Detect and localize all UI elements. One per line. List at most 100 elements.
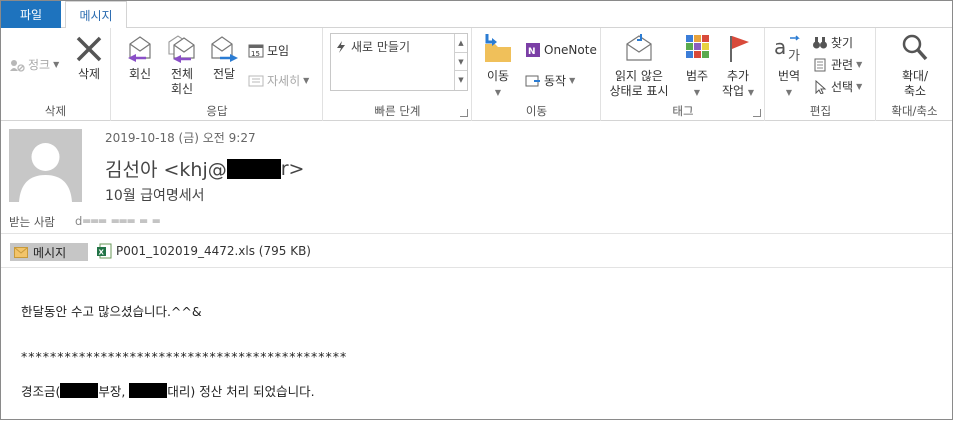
tab-file[interactable]: 파일	[1, 1, 61, 28]
zoom-label-2: 축소	[903, 84, 927, 98]
scroll-down-icon[interactable]: ▼	[455, 53, 467, 72]
actions-button[interactable]: 동작 ▼	[525, 72, 575, 89]
chevron-down-icon: ▼	[785, 88, 793, 97]
redaction-block	[129, 383, 168, 398]
scroll-up-icon[interactable]: ▲	[455, 34, 467, 53]
forward-button[interactable]: 전달	[204, 34, 244, 82]
attachment-file[interactable]: X P001_102019_4472.xls (795 KB)	[96, 243, 311, 259]
avatar	[9, 129, 82, 202]
group-tags-label: 태그	[672, 104, 694, 118]
chevron-down-icon: ▼	[856, 82, 863, 91]
junk-button[interactable]: 정크 ▼	[9, 56, 59, 73]
zoom-label-1: 확대/	[901, 69, 929, 83]
related-button[interactable]: 관련 ▼	[812, 56, 862, 73]
forward-label: 전달	[212, 67, 236, 81]
tab-message[interactable]: 메시지	[65, 1, 127, 29]
group-respond-label: 응답	[206, 104, 228, 118]
svg-text:15: 15	[251, 50, 260, 58]
attachment-file-name: P001_102019_4472.xls (795 KB)	[116, 244, 311, 258]
dialog-launcher-icon[interactable]	[460, 109, 468, 117]
followup-label-2: 작업	[721, 84, 745, 98]
select-label: 선택	[831, 80, 854, 94]
find-button[interactable]: 찾기	[812, 34, 853, 51]
find-label: 찾기	[831, 36, 854, 50]
chevron-down-icon: ▼	[494, 88, 502, 97]
forward-icon	[211, 36, 238, 62]
onenote-button[interactable]: N OneNote	[525, 42, 597, 58]
message-body-tab-label: 메시지	[33, 245, 67, 260]
body-line-greeting: 한달동안 수고 많으셨습니다.^^&	[21, 304, 202, 319]
sender-name: 김선아 <khj@	[105, 159, 227, 181]
group-move-label: 이동	[525, 104, 548, 118]
reply-all-label-2: 회신	[170, 82, 194, 96]
ribbon: 정크 ▼ 삭제 삭제 회신 전체 회신 전달 15 모임 자세히 ▼ 응답 새로…	[1, 28, 952, 121]
group-editing-label: 편집	[809, 104, 832, 118]
onenote-icon: N	[526, 43, 540, 57]
followup-label-1: 추가	[726, 69, 750, 83]
svg-text:a: a	[774, 35, 786, 59]
mark-unread-label-2: 상태로 표시	[609, 84, 669, 98]
svg-text:N: N	[528, 47, 536, 57]
mark-unread-label-1: 읽지 않은	[615, 69, 663, 83]
dialog-launcher-icon[interactable]	[753, 109, 761, 117]
related-label: 관련	[831, 58, 854, 72]
translate-icon: a가	[774, 35, 800, 64]
delete-button[interactable]: 삭제	[71, 34, 107, 82]
more-respond-button[interactable]: 자세히 ▼	[248, 72, 309, 89]
group-zoom-label: 확대/축소	[891, 104, 938, 118]
move-folder-icon	[485, 34, 511, 62]
ribbon-tab-bar: 파일 메시지	[1, 1, 952, 29]
chevron-down-icon: ▼	[747, 88, 755, 97]
svg-text:가: 가	[788, 49, 800, 64]
attachment-bar: 메시지 X P001_102019_4472.xls (795 KB)	[1, 235, 952, 268]
message-subject: 10월 급여명세서	[105, 188, 205, 204]
group-respond: 회신 전체 회신 전달 15 모임 자세히 ▼ 응답	[112, 28, 323, 121]
envelope-icon	[14, 246, 28, 258]
lightning-icon	[337, 40, 345, 53]
excel-file-icon: X	[97, 243, 112, 259]
redaction-block	[226, 158, 281, 179]
junk-icon	[10, 59, 25, 72]
svg-text:X: X	[99, 249, 105, 257]
body-line-separator: ****************************************…	[21, 349, 348, 364]
binoculars-icon	[813, 36, 827, 48]
quick-steps-scroll[interactable]: ▲ ▼ ▼	[454, 34, 467, 90]
quick-steps-gallery[interactable]: 새로 만들기 ▲ ▼ ▼	[330, 33, 468, 91]
expand-gallery-icon[interactable]: ▼	[455, 71, 467, 90]
mark-unread-button[interactable]: 읽지 않은 상태로 표시	[604, 32, 674, 99]
categorize-label: 범주	[685, 69, 709, 83]
body-line-notice: 경조금( 부장, 대리) 정산 처리 되었습니다.	[21, 381, 315, 400]
select-button[interactable]: 선택 ▼	[812, 78, 862, 95]
actions-label: 동작	[544, 74, 567, 88]
translate-button[interactable]: a가 번역 ▼	[770, 32, 808, 100]
flag-icon	[730, 36, 749, 62]
group-zoom: 확대/ 축소 확대/축소	[877, 28, 952, 121]
email-window: 파일 메시지 정크 ▼ 삭제 삭제 회신 전체 회신 전달 15 모임 자세히 …	[0, 0, 953, 420]
chevron-down-icon: ▼	[693, 88, 701, 97]
categorize-icon	[686, 35, 709, 58]
message-body-tab[interactable]: 메시지	[10, 243, 88, 261]
quick-step-new[interactable]: 새로 만들기	[335, 38, 410, 55]
to-recipient[interactable]: d═══ ═══ ═ ═	[75, 214, 161, 228]
actions-icon	[525, 75, 540, 86]
followup-button[interactable]: 추가 작업 ▼	[718, 32, 758, 100]
sender[interactable]: 김선아 <khj@ r>	[105, 155, 304, 182]
body-notice-part-1: 경조금(	[21, 384, 61, 399]
body-notice-part-3: 대리) 정산 처리 되었습니다.	[167, 384, 315, 399]
group-delete-label: 삭제	[44, 104, 67, 118]
body-notice-part-2: 부장,	[98, 384, 130, 399]
reply-icon	[128, 36, 151, 62]
categorize-button[interactable]: 범주 ▼	[678, 32, 716, 100]
chevron-down-icon: ▼	[53, 60, 60, 69]
sender-domain-end: r>	[280, 157, 305, 180]
move-button[interactable]: 이동 ▼	[479, 32, 517, 100]
zoom-button[interactable]: 확대/ 축소	[887, 32, 943, 99]
to-label: 받는 사람	[9, 215, 55, 229]
redaction-block	[60, 383, 99, 398]
meeting-button[interactable]: 15 모임	[248, 42, 289, 59]
message-date: 2019-10-18 (금) 오전 9:27	[105, 131, 256, 145]
chevron-down-icon: ▼	[856, 60, 863, 69]
reply-button[interactable]: 회신	[120, 34, 160, 82]
junk-label: 정크	[28, 58, 51, 72]
reply-all-button[interactable]: 전체 회신	[162, 34, 202, 97]
